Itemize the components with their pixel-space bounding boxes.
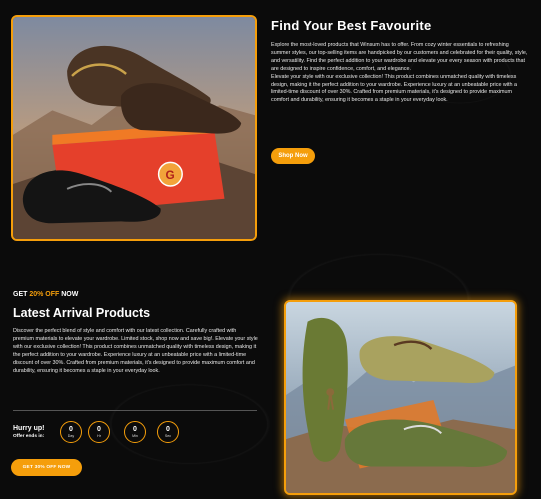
hurry-title: Hurry up! <box>13 425 45 432</box>
countdown-hours: 0 Hr <box>88 421 110 443</box>
offer-ends-label: Offer ends in: <box>13 434 45 439</box>
loafers-with-shoebox-image: G <box>13 17 255 239</box>
latest-arrivals-section: GET 20% OFF NOW Latest Arrival Products … <box>0 250 541 499</box>
countdown-seconds-label: Sec <box>164 433 172 438</box>
countdown-seconds-value: 0 <box>166 425 170 433</box>
latest-description: Discover the perfect blend of style and … <box>13 328 258 375</box>
tagline-highlight: 20% OFF <box>29 291 60 298</box>
countdown-minutes-label: Min <box>132 433 138 438</box>
countdown-seconds: 0 Sec <box>157 421 179 443</box>
featured-text-block: Find Your Best Favourite Explore the mos… <box>271 18 529 105</box>
green-suede-loafers-image <box>286 302 515 493</box>
countdown-hours-label: Hr <box>97 433 101 438</box>
featured-section: G Find Your Best Favourite Explore the m… <box>0 0 541 250</box>
countdown-days-value: 0 <box>69 425 73 433</box>
get-discount-button[interactable]: GET 30% OFF NOW <box>11 459 82 476</box>
featured-description-2: Elevate your style with our exclusive co… <box>271 73 518 104</box>
featured-description: Explore the most-loved products that Win… <box>271 42 528 72</box>
countdown-minutes: 0 Min <box>124 421 146 443</box>
svg-text:G: G <box>165 169 174 182</box>
countdown-days-label: Day <box>67 433 75 438</box>
latest-title: Latest Arrival Products <box>13 306 151 320</box>
countdown-days: 0 Day <box>60 421 82 443</box>
hurry-block: Hurry up! Offer ends in: <box>13 425 45 439</box>
tagline-suffix: NOW <box>61 291 79 298</box>
featured-product-image: G <box>11 15 257 241</box>
discount-tagline: GET 20% OFF NOW <box>13 291 78 298</box>
latest-product-image <box>284 300 517 495</box>
divider <box>13 410 257 411</box>
countdown-minutes-value: 0 <box>133 425 137 433</box>
tagline-prefix: GET <box>13 291 28 298</box>
featured-title: Find Your Best Favourite <box>271 18 432 33</box>
shop-now-button[interactable]: Shop Now <box>271 148 315 164</box>
countdown-hours-value: 0 <box>97 425 101 433</box>
